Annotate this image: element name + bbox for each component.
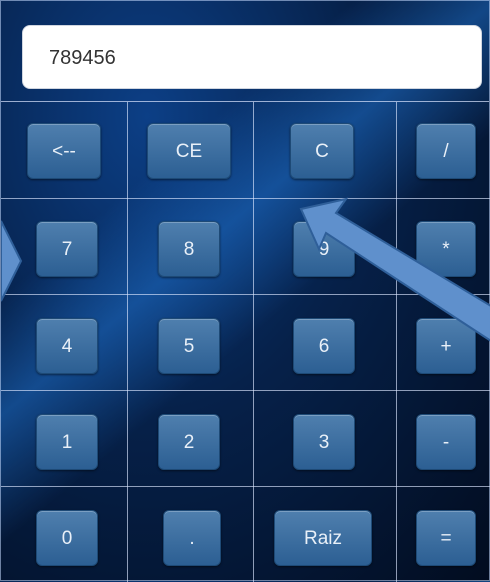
grid-line	[396, 102, 397, 582]
digit-1-button[interactable]: 1	[36, 414, 98, 470]
clear-button[interactable]: C	[290, 123, 354, 179]
grid-line	[1, 198, 490, 199]
grid-line	[127, 102, 128, 582]
square-root-button[interactable]: Raiz	[274, 510, 372, 566]
grid-line	[253, 102, 254, 582]
multiply-button[interactable]: *	[416, 221, 476, 277]
digit-6-button[interactable]: 6	[293, 318, 355, 374]
digit-5-button[interactable]: 5	[158, 318, 220, 374]
display-row: 789456	[1, 1, 489, 102]
digit-8-button[interactable]: 8	[158, 221, 220, 277]
grid-line	[1, 486, 490, 487]
calculator: 789456 <-- CE C / 7 8 9 * 4 5 6 + 1 2 3 …	[0, 0, 490, 582]
minus-button[interactable]: -	[416, 414, 476, 470]
ce-button[interactable]: CE	[147, 123, 231, 179]
digit-7-button[interactable]: 7	[36, 221, 98, 277]
backspace-button[interactable]: <--	[27, 123, 101, 179]
equals-button[interactable]: =	[416, 510, 476, 566]
digit-2-button[interactable]: 2	[158, 414, 220, 470]
decimal-point-button[interactable]: .	[163, 510, 221, 566]
button-grid: <-- CE C / 7 8 9 * 4 5 6 + 1 2 3 - 0 . R…	[1, 102, 490, 582]
digit-3-button[interactable]: 3	[293, 414, 355, 470]
digit-4-button[interactable]: 4	[36, 318, 98, 374]
grid-line	[1, 294, 490, 295]
divide-button[interactable]: /	[416, 123, 476, 179]
digit-0-button[interactable]: 0	[36, 510, 98, 566]
plus-button[interactable]: +	[416, 318, 476, 374]
display-input[interactable]: 789456	[22, 25, 482, 89]
digit-9-button[interactable]: 9	[293, 221, 355, 277]
grid-line	[1, 390, 490, 391]
